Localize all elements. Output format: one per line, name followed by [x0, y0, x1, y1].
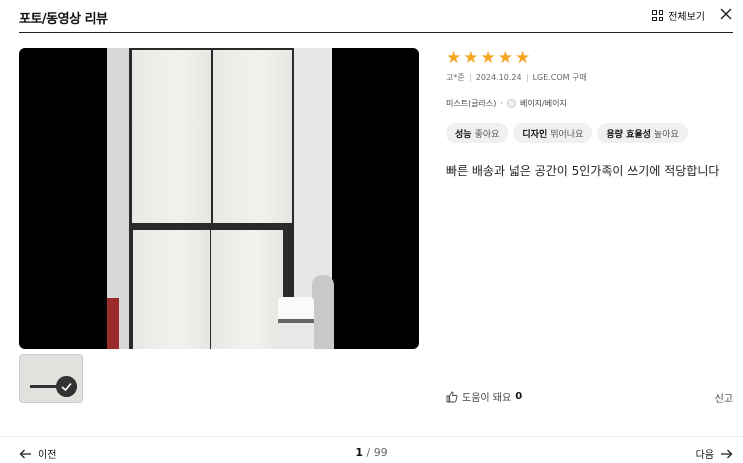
rating-stars: ★ ★ ★ ★ ★ [446, 48, 530, 68]
review-meta: 고*준 2024.10.24 LGE.COM 구매 [446, 72, 587, 83]
option-color: 베이지/베이지 [519, 99, 567, 108]
author-name: 고*준 [446, 73, 465, 82]
divider [469, 73, 471, 82]
tag-performance: 성능 좋아요 [446, 123, 509, 143]
arrow-right-icon [721, 449, 733, 458]
product-option: 미스트(글라스) · 베이지/베이지 [446, 98, 567, 109]
check-icon [56, 376, 77, 397]
star-icon: ★ [497, 48, 513, 68]
close-icon[interactable] [719, 7, 733, 21]
tag-key: 용량 효율성 [606, 129, 651, 140]
star-icon: ★ [515, 48, 531, 68]
star-icon: ★ [463, 48, 479, 68]
page-title: 포토/동영상 리뷰 [19, 12, 108, 27]
divider [526, 73, 528, 82]
tag-key: 성능 [455, 129, 472, 140]
helpful-count: 0 [515, 391, 523, 402]
next-label: 다음 [695, 450, 714, 461]
total-pages: 99 [373, 446, 388, 459]
tag-value: 높아요 [653, 129, 679, 140]
photo-thumbnail[interactable] [19, 354, 83, 403]
view-all-button[interactable]: 전체보기 [652, 8, 705, 23]
option-separator: · [500, 99, 503, 108]
helpful-button[interactable]: 도움이 돼요 0 [446, 389, 522, 404]
tag-capacity: 용량 효율성 높아요 [597, 123, 688, 143]
tag-value: 좋아요 [474, 129, 500, 140]
tag-value: 뛰어나요 [550, 129, 584, 140]
view-all-label: 전체보기 [668, 12, 705, 23]
star-icon: ★ [446, 48, 462, 68]
tag-design: 디자인 뛰어나요 [513, 123, 593, 143]
star-icon: ★ [480, 48, 496, 68]
color-swatch-icon [506, 99, 516, 108]
review-footer: 이전 1 / 99 다음 [0, 436, 743, 463]
review-photo [19, 48, 419, 349]
thumbs-up-icon [446, 391, 458, 402]
page-separator: / [366, 446, 371, 459]
option-main: 미스트(글라스) [446, 99, 497, 108]
review-date: 2024.10.24 [475, 73, 522, 82]
tag-key: 디자인 [522, 129, 548, 140]
helpful-label: 도움이 돼요 [462, 393, 512, 404]
review-text: 빠른 배송과 넓은 공간이 5인가족이 쓰기에 적당합니다 [446, 164, 720, 178]
review-header: 포토/동영상 리뷰 전체보기 [19, 0, 733, 33]
next-button[interactable]: 다음 [696, 446, 733, 461]
grid-icon [652, 10, 664, 21]
purchase-source: LGE.COM 구매 [532, 73, 587, 82]
current-page: 1 [355, 446, 363, 459]
review-tags: 성능 좋아요 디자인 뛰어나요 용량 효율성 높아요 [446, 123, 688, 143]
page-indicator: 1 / 99 [0, 446, 743, 459]
report-button[interactable]: 신고 [715, 390, 733, 405]
